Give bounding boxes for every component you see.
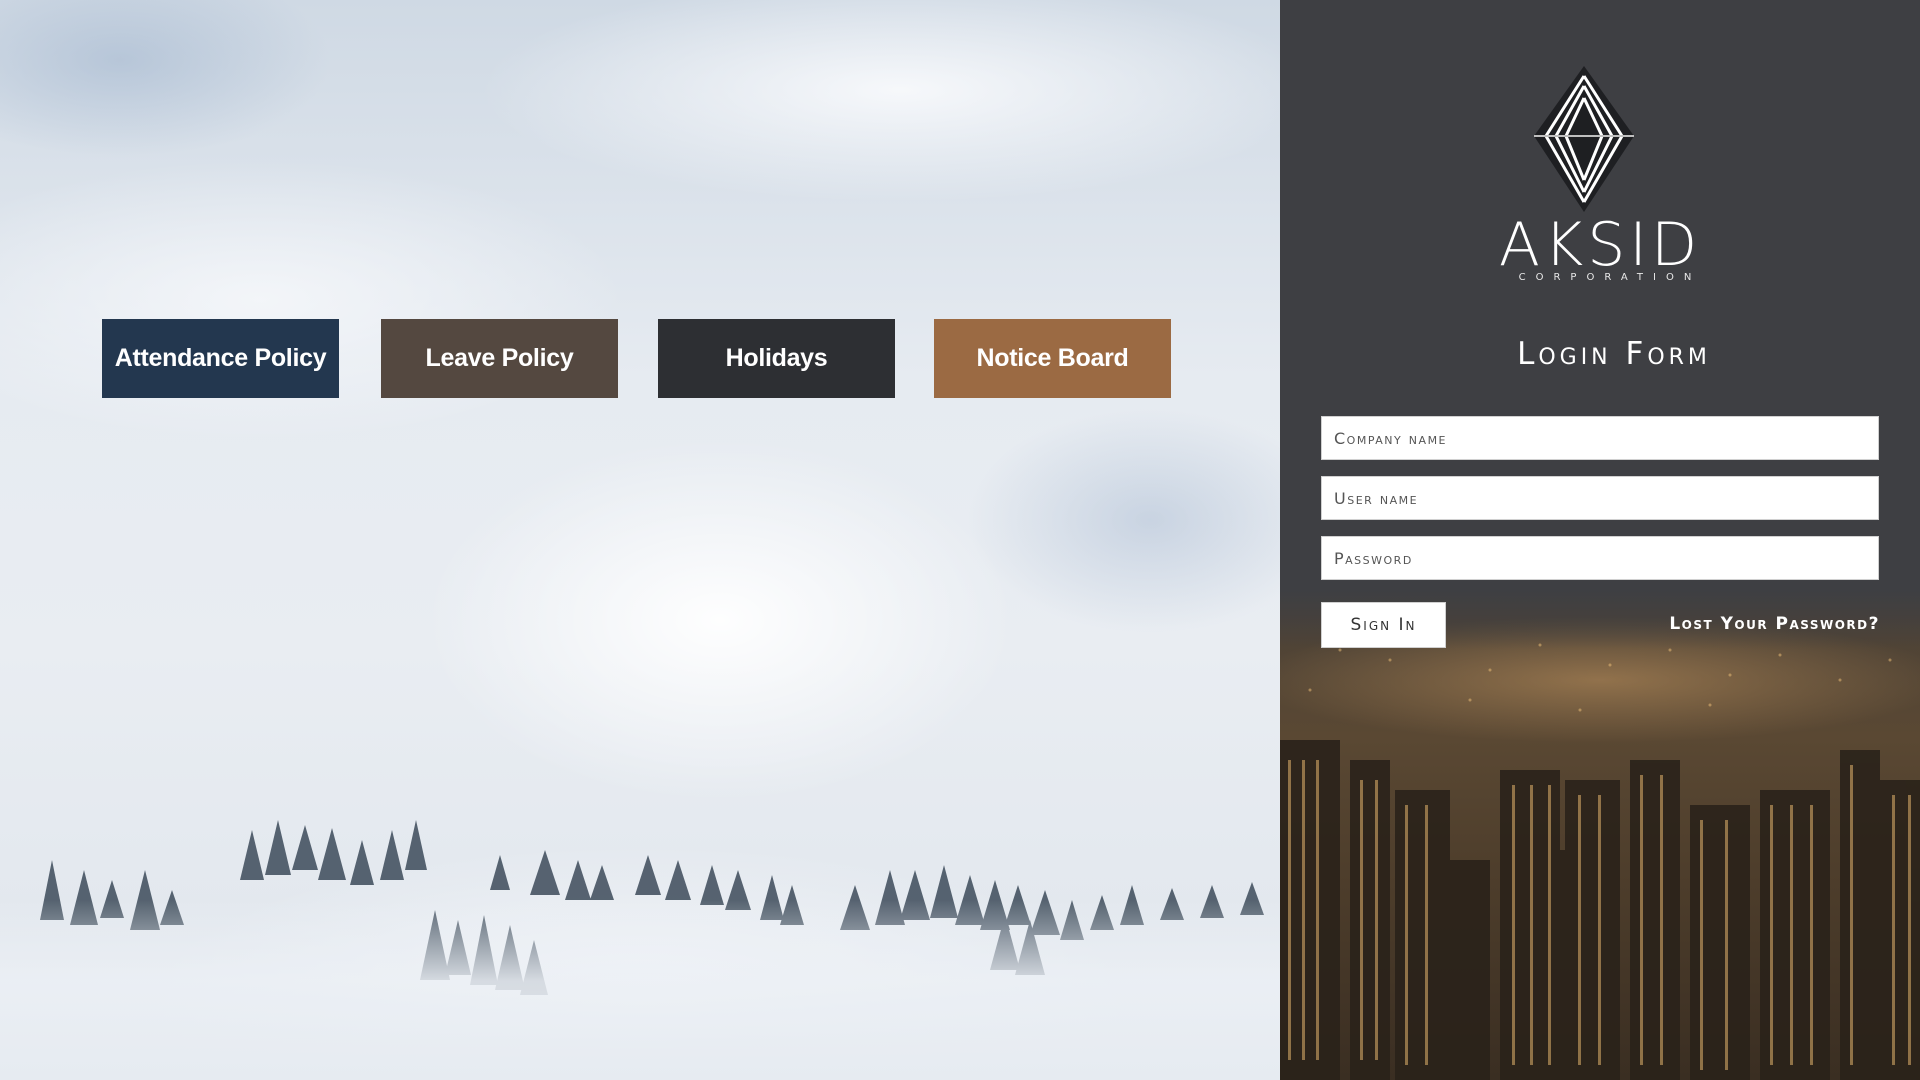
attendance-policy-button[interactable]: Attendance Policy	[102, 319, 339, 398]
city-skyline-image	[1280, 590, 1920, 1080]
lost-password-link[interactable]: Lost Your Password?	[1669, 614, 1880, 634]
holidays-button[interactable]: Holidays	[658, 319, 895, 398]
mist-overlay	[0, 900, 1280, 1080]
login-form-title: Login Form	[1517, 336, 1711, 372]
notice-board-button[interactable]: Notice Board	[934, 319, 1171, 398]
aksid-diamond-logo	[1534, 66, 1634, 212]
login-panel: AKSID CORPORATION Login Form Sign In Los…	[1280, 0, 1920, 1080]
leave-policy-button[interactable]: Leave Policy	[381, 319, 618, 398]
password-input[interactable]	[1321, 536, 1879, 580]
background-scene	[0, 0, 1280, 1080]
policy-tiles: Attendance Policy Leave Policy Holidays …	[0, 319, 1280, 398]
company-name-input[interactable]	[1321, 416, 1879, 460]
user-name-input[interactable]	[1321, 476, 1879, 520]
sign-in-button[interactable]: Sign In	[1321, 602, 1446, 648]
brand-subtitle: CORPORATION	[1518, 272, 1702, 283]
brand-name: AKSID	[1498, 210, 1702, 280]
